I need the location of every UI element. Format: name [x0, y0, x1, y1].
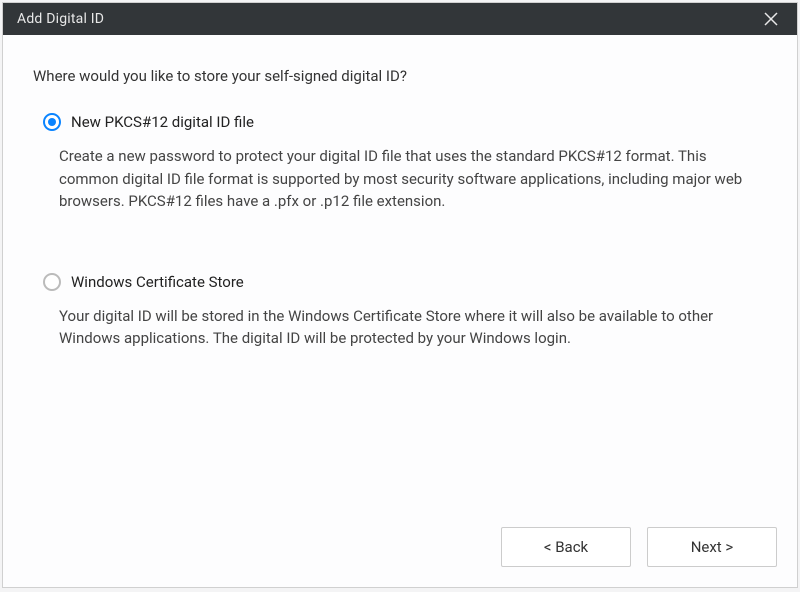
option-windows-store[interactable]: Windows Certificate Store Your digital I… — [43, 273, 767, 350]
dialog-footer: < Back Next > — [3, 511, 797, 587]
next-button[interactable]: Next > — [647, 527, 777, 567]
dialog-title: Add Digital ID — [17, 11, 104, 27]
option-windows-store-description: Your digital ID will be stored in the Wi… — [59, 305, 747, 350]
option-pkcs12-header[interactable]: New PKCS#12 digital ID file — [43, 113, 767, 131]
titlebar: Add Digital ID — [3, 3, 797, 35]
radio-pkcs12[interactable] — [43, 113, 61, 131]
option-pkcs12[interactable]: New PKCS#12 digital ID file Create a new… — [43, 113, 767, 213]
prompt-text: Where would you like to store your self-… — [33, 67, 767, 85]
radio-windows-store[interactable] — [43, 273, 61, 291]
close-button[interactable] — [751, 3, 791, 35]
add-digital-id-dialog: Add Digital ID Where would you like to s… — [2, 2, 798, 588]
option-windows-store-label: Windows Certificate Store — [71, 273, 244, 291]
option-windows-store-header[interactable]: Windows Certificate Store — [43, 273, 767, 291]
option-pkcs12-description: Create a new password to protect your di… — [59, 145, 747, 213]
back-button[interactable]: < Back — [501, 527, 631, 567]
dialog-content: Where would you like to store your self-… — [3, 35, 797, 511]
close-icon — [764, 12, 778, 26]
option-pkcs12-label: New PKCS#12 digital ID file — [71, 113, 254, 131]
